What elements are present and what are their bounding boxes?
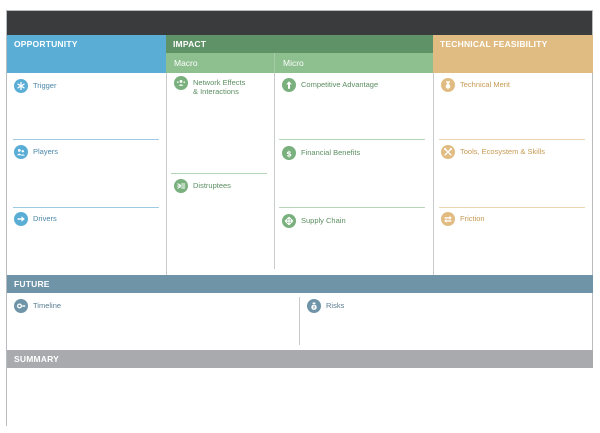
supply-chain-icon	[282, 214, 296, 228]
summary-header: SUMMARY	[7, 350, 593, 368]
macro-item-network-effects: Network Effects & Interactions	[174, 76, 245, 96]
opportunity-item-players: Players	[14, 145, 58, 159]
technical-item-friction: Friction	[441, 212, 485, 226]
dollar-icon: $	[282, 146, 296, 160]
micro-row-divider-1	[279, 139, 425, 140]
friction-icon	[441, 212, 455, 226]
macro-header: Macro	[166, 53, 274, 73]
top-bar	[7, 11, 592, 35]
micro-item-supply-chain: Supply Chain	[282, 214, 346, 228]
summary-title: SUMMARY	[14, 354, 59, 364]
micro-item-financial-benefits: $ Financial Benefits	[282, 146, 360, 160]
future-item-timeline: Timeline	[14, 299, 61, 313]
technical-row-divider-1	[439, 139, 585, 140]
future-title: FUTURE	[14, 279, 50, 289]
future-header: FUTURE	[7, 275, 593, 293]
asterisk-icon	[14, 79, 28, 93]
timeline-label: Timeline	[33, 301, 62, 310]
opportunity-row-divider-2	[13, 207, 159, 208]
technical-header: TECHNICAL FEASIBILITY	[433, 35, 593, 73]
micro-item-competitive-advantage: Competitive Advantage	[282, 78, 378, 92]
svg-text:$: $	[286, 149, 292, 158]
technical-title: TECHNICAL FEASIBILITY	[440, 39, 548, 49]
arrow-right-icon	[14, 212, 28, 226]
competitive-advantage-label: Competitive Advantage	[301, 80, 379, 89]
impact-title: IMPACT	[173, 39, 207, 49]
network-icon	[174, 76, 188, 90]
opportunity-row-divider-1	[13, 139, 159, 140]
technical-item-merit: Technical Merit	[441, 78, 510, 92]
friction-label: Friction	[460, 214, 485, 223]
trigger-label: Trigger	[33, 81, 57, 90]
burst-icon	[174, 179, 188, 193]
technical-merit-label: Technical Merit	[460, 80, 511, 89]
macro-row-divider	[171, 173, 267, 174]
canvas-board: OPPORTUNITY IMPACT Macro Micro TECHNICAL…	[6, 10, 593, 426]
opportunity-item-drivers: Drivers	[14, 212, 57, 226]
risks-label: Risks	[326, 301, 345, 310]
divider-impact-technical	[433, 73, 434, 275]
timeline-icon	[14, 299, 28, 313]
micro-title: Micro	[283, 58, 304, 68]
drivers-label: Drivers	[33, 214, 57, 223]
supply-chain-label: Supply Chain	[301, 216, 346, 225]
tools-icon	[441, 145, 455, 159]
opportunity-title: OPPORTUNITY	[14, 39, 78, 49]
opportunity-item-trigger: Trigger	[14, 79, 56, 93]
financial-benefits-label: Financial Benefits	[301, 148, 361, 157]
arrow-up-icon	[282, 78, 296, 92]
divider-future	[299, 297, 300, 345]
summary-body[interactable]	[7, 368, 593, 426]
micro-header: Micro	[274, 53, 433, 73]
opportunity-header: OPPORTUNITY	[7, 35, 166, 73]
divider-macro-micro	[274, 73, 275, 269]
network-effects-label: Network Effects & Interactions	[193, 78, 246, 96]
micro-row-divider-2	[279, 207, 425, 208]
macro-item-distruptees: Distruptees	[174, 179, 231, 193]
medal-icon	[441, 78, 455, 92]
divider-opportunity-impact	[166, 73, 167, 275]
impact-header: IMPACT	[166, 35, 433, 53]
future-item-risks: Risks	[307, 299, 344, 313]
players-label: Players	[33, 147, 59, 156]
people-icon	[14, 145, 28, 159]
tools-ecosystem-skills-label: Tools, Ecosystem & Skills	[460, 147, 546, 156]
distruptees-label: Distruptees	[193, 181, 231, 190]
macro-title: Macro	[174, 58, 198, 68]
technical-item-tools: Tools, Ecosystem & Skills	[441, 145, 545, 159]
technical-row-divider-2	[439, 207, 585, 208]
risk-icon	[307, 299, 321, 313]
